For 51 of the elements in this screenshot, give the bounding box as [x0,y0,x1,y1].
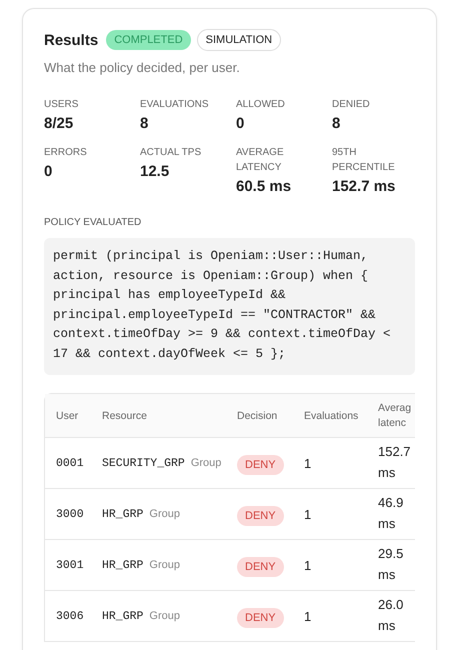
resource-name: HR_GRP [102,558,144,572]
stat-label: AVERAGE LATENCY [236,146,285,175]
decision-badge: DENY [237,608,284,628]
stat-value: 8 [332,115,342,132]
stat-label: ACTUAL TPS [140,146,202,160]
user-cell-text: 0001 [55,456,85,470]
status-badge: COMPLETED [106,30,191,50]
stat-value: 60.5 ms [236,178,292,195]
decision-badge: DENY [237,454,284,474]
stat-value: 0 [236,115,246,132]
resource-name: HR_GRP [102,508,144,520]
stat-value: 0 [44,163,54,180]
stat-label: ALLOWED [236,98,286,112]
resource-name: HR_GRP [102,610,144,622]
resource-type: Group [149,508,180,520]
stat-value: 152.7 ms [332,178,396,195]
stat-label: 95TH PERCENTILE [332,146,396,175]
column-header: User [55,410,80,422]
latency-cell-text: 26.0 ms [378,596,404,635]
resource-type: Group [149,558,180,570]
evaluations-cell-text: 1 [304,456,312,470]
results-title: Results [44,32,98,48]
stat-label: DENIED [332,98,371,112]
evaluations-cell-text: 1 [304,506,312,522]
column-header: Decision [237,410,278,422]
status-badge: SIMULATION [196,29,282,51]
subtitle: What the policy decided, per user. [44,60,241,75]
resource-type: Group [149,610,180,622]
stat-value: 12.5 [140,163,170,180]
stat-value: 8/25 [44,115,74,132]
evaluations-cell-text: 1 [304,608,312,624]
latency-cell-text: 46.9 ms [378,494,404,533]
latency-cell-text: 152.7 ms [378,443,412,482]
stat-label: USERS [44,98,80,112]
section-label: POLICY EVALUATED [44,217,142,228]
decision-badge: DENY [237,556,284,576]
column-header: Evaluations [304,410,360,422]
resource-name: SECURITY_GRP [102,456,185,470]
policy-code: permit (principal is Openiam::User::Human, action, resource is Openiam::Group) when { principal has employeeTypeId && principal.employeeTypeId == "CONTRACTOR" && context.timeOfDay >= 9 && context.timeOfDay < 17 && context.dayOfWeek <= 5 }; [44,238,415,375]
user-cell-text: 3000 [55,508,85,520]
stat-label: EVALUATIONS [140,98,210,112]
stat-value: 8 [140,115,150,132]
decision-badge: DENY [237,506,284,526]
stat-label: ERRORS [44,146,88,160]
user-cell-text: 3001 [55,558,85,572]
resource-type: Group [190,456,222,468]
column-header: Resource [102,410,148,422]
evaluations-cell-text: 1 [304,558,312,572]
latency-cell-text: 29.5 ms [378,545,404,584]
user-cell-text: 3006 [55,610,85,622]
column-header: Averag latenc [378,400,412,430]
